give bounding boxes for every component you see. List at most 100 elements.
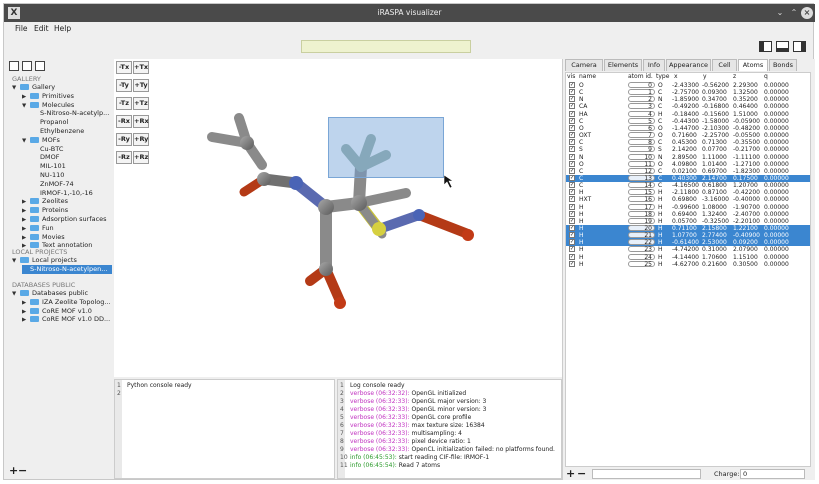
- python-console[interactable]: 1 Python console ready 2: [114, 379, 335, 479]
- layout-bottom-panel-icon[interactable]: [776, 41, 789, 52]
- tree-item[interactable]: S-Nitroso-N-acetylpen...: [22, 264, 112, 274]
- visibility-checkbox[interactable]: ✓: [569, 203, 575, 210]
- col-x[interactable]: x: [674, 73, 678, 81]
- tree-item[interactable]: Cu-BTC: [32, 145, 63, 154]
- tree-item[interactable]: ▶ CoRE MOF v1.0 DD...: [22, 315, 110, 324]
- table-row[interactable]: ✓ H H -0.99600 1.08000 -1.90700 0.00000 17: [566, 203, 810, 211]
- tree-item[interactable]: DMOF: [32, 153, 59, 162]
- atom-id-stepper[interactable]: 25: [628, 260, 655, 267]
- chevron-down-icon[interactable]: ▼: [12, 257, 20, 266]
- visibility-checkbox[interactable]: ✓: [569, 153, 575, 160]
- tree-item[interactable]: ▼ Local projects: [12, 256, 77, 265]
- tree-item[interactable]: ▼ Databases public: [12, 289, 88, 298]
- visibility-checkbox[interactable]: ✓: [569, 239, 575, 246]
- table-row[interactable]: ✓ CA C -0.49200 -0.16800 0.46400 0.00000 3: [566, 103, 810, 110]
- chevron-down-icon[interactable]: ▼: [22, 137, 30, 146]
- atom-id-stepper[interactable]: 14: [628, 182, 655, 189]
- remove-atom-button[interactable]: −: [577, 467, 586, 480]
- visibility-checkbox[interactable]: ✓: [569, 217, 575, 224]
- visibility-checkbox[interactable]: ✓: [569, 189, 575, 196]
- atom-table[interactable]: vis name atom id. type x y z q ✓ O O -2.433…: [565, 72, 811, 467]
- structure-view-icon[interactable]: [22, 61, 32, 71]
- tree-item[interactable]: NU-110: [32, 171, 64, 180]
- table-row[interactable]: ✓ C C 0.45300 0.71300 -0.35500 0.00000 8: [566, 139, 810, 146]
- remove-project-button[interactable]: −: [18, 464, 27, 477]
- table-row[interactable]: ✓ O O -1.44700 -2.10300 -0.48200 0.00000 6: [566, 124, 810, 132]
- visibility-checkbox[interactable]: ✓: [569, 89, 575, 96]
- close-button[interactable]: ×: [801, 7, 813, 19]
- tree-item[interactable]: ▶ Zeolites: [22, 197, 68, 206]
- visibility-checkbox[interactable]: ✓: [569, 146, 575, 153]
- tab-elements[interactable]: Elements: [604, 59, 642, 71]
- table-row[interactable]: ✓ H H 0.71100 2.15800 1.22100 0.00000 20: [566, 225, 810, 232]
- table-row[interactable]: ✓ C C 0.40300 2.14700 0.17500 0.00000 13: [566, 174, 810, 182]
- atom-filter-field[interactable]: [592, 469, 701, 479]
- atom-id-stepper[interactable]: 20: [628, 225, 655, 232]
- table-row[interactable]: ✓ H H -4.14400 1.70600 1.15100 0.00000 24: [566, 253, 810, 261]
- atom-id-stepper[interactable]: 8: [628, 139, 655, 146]
- visibility-checkbox[interactable]: ✓: [569, 260, 575, 267]
- maximize-button[interactable]: ⌃: [788, 7, 800, 19]
- atom-id-stepper[interactable]: 10: [628, 153, 655, 160]
- visibility-checkbox[interactable]: ✓: [569, 167, 575, 174]
- visibility-checkbox[interactable]: ✓: [569, 103, 575, 110]
- menu-help[interactable]: Help: [54, 24, 71, 33]
- tab-bonds[interactable]: Bonds: [769, 59, 797, 71]
- atom-id-stepper[interactable]: 2: [628, 96, 655, 103]
- atom-id-stepper[interactable]: 22: [628, 239, 655, 246]
- tree-item[interactable]: ▶ Proteins: [22, 206, 68, 215]
- list-view-icon[interactable]: [35, 61, 45, 71]
- visibility-checkbox[interactable]: ✓: [569, 110, 575, 117]
- visibility-checkbox[interactable]: ✓: [569, 182, 575, 189]
- table-row[interactable]: ✓ O O 4.09800 1.01400 -1.27100 0.00000 11: [566, 160, 810, 168]
- visibility-checkbox[interactable]: ✓: [569, 139, 575, 146]
- visibility-checkbox[interactable]: ✓: [569, 196, 575, 203]
- table-row[interactable]: ✓ H H -2.11800 0.87100 -0.42200 0.00000 15: [566, 189, 810, 196]
- table-row[interactable]: ✓ N N -1.85900 0.34700 0.35200 0.00000 2: [566, 96, 810, 103]
- tab-info[interactable]: Info: [643, 59, 665, 71]
- chevron-down-icon[interactable]: ▼: [12, 84, 20, 93]
- tab-atoms[interactable]: Atoms: [738, 59, 768, 71]
- molecule-viewport[interactable]: -Tx +Tx -Ty +Ty -Tz +Tz -Rx +Rx -Ry +Ry -Rz +Rz: [114, 59, 562, 377]
- visibility-checkbox[interactable]: ✓: [569, 253, 575, 260]
- add-atom-button[interactable]: +: [566, 467, 575, 480]
- log-console[interactable]: 1 Log console ready 2 verbose (06:32:32): O…: [337, 379, 562, 479]
- atom-id-stepper[interactable]: 11: [628, 160, 655, 167]
- atom-id-stepper[interactable]: 5: [628, 117, 655, 124]
- tree-item[interactable]: IRMOF-1,-10,-16: [32, 189, 93, 198]
- visibility-checkbox[interactable]: ✓: [569, 232, 575, 239]
- table-row[interactable]: ✓ H H 0.05700 -0.32500 -2.20100 0.00000 19: [566, 217, 810, 225]
- atom-id-stepper[interactable]: 24: [628, 253, 655, 260]
- atom-id-stepper[interactable]: 17: [628, 203, 655, 210]
- atom-id-stepper[interactable]: 4: [628, 110, 655, 117]
- atom-id-stepper[interactable]: 21: [628, 232, 655, 239]
- tree-item[interactable]: ▼ Molecules: [22, 101, 74, 110]
- col-q[interactable]: q: [764, 73, 768, 81]
- tree-item[interactable]: MIL-101: [32, 162, 66, 171]
- table-row[interactable]: ✓ H H -4.74200 0.31000 2.07900 0.00000 23: [566, 246, 810, 253]
- atom-id-stepper[interactable]: 13: [628, 174, 655, 181]
- menu-file[interactable]: File: [15, 24, 28, 33]
- tree-item[interactable]: Ethylbenzene: [32, 127, 84, 136]
- tree-item[interactable]: ▼ Gallery: [12, 83, 55, 92]
- chevron-right-icon[interactable]: ▶: [22, 316, 30, 325]
- tree-item[interactable]: S-Nitroso-N-acetylp...: [32, 109, 109, 118]
- visibility-checkbox[interactable]: ✓: [569, 117, 575, 124]
- table-row[interactable]: ✓ HA H -0.18400 -0.15600 1.51000 0.00000 4: [566, 110, 810, 118]
- col-z[interactable]: z: [733, 73, 736, 81]
- tree-item[interactable]: ▶ CoRE MOF v1.0: [22, 307, 92, 316]
- table-row[interactable]: ✓ H H 1.07700 2.77400 -0.40900 0.00000 21: [566, 232, 810, 240]
- tab-cell[interactable]: Cell: [712, 59, 737, 71]
- table-row[interactable]: ✓ H H -4.62700 0.21600 0.30500 0.00000 25: [566, 260, 810, 268]
- table-row[interactable]: ✓ H H -0.61400 2.53000 0.09200 0.00000 22: [566, 239, 810, 247]
- table-row[interactable]: ✓ C C 0.02100 0.69700 -1.82300 0.00000 12: [566, 167, 810, 175]
- atom-id-stepper[interactable]: 16: [628, 196, 655, 203]
- col-type[interactable]: type: [656, 73, 669, 81]
- folder-view-icon[interactable]: [9, 61, 19, 71]
- chevron-down-icon[interactable]: ▼: [22, 102, 30, 111]
- atom-id-stepper[interactable]: 6: [628, 124, 655, 131]
- layout-right-panel-icon[interactable]: [793, 41, 806, 52]
- tree-item[interactable]: ▼ MOFs: [22, 136, 60, 145]
- col-vis[interactable]: vis: [567, 73, 575, 81]
- atom-id-stepper[interactable]: 12: [628, 167, 655, 174]
